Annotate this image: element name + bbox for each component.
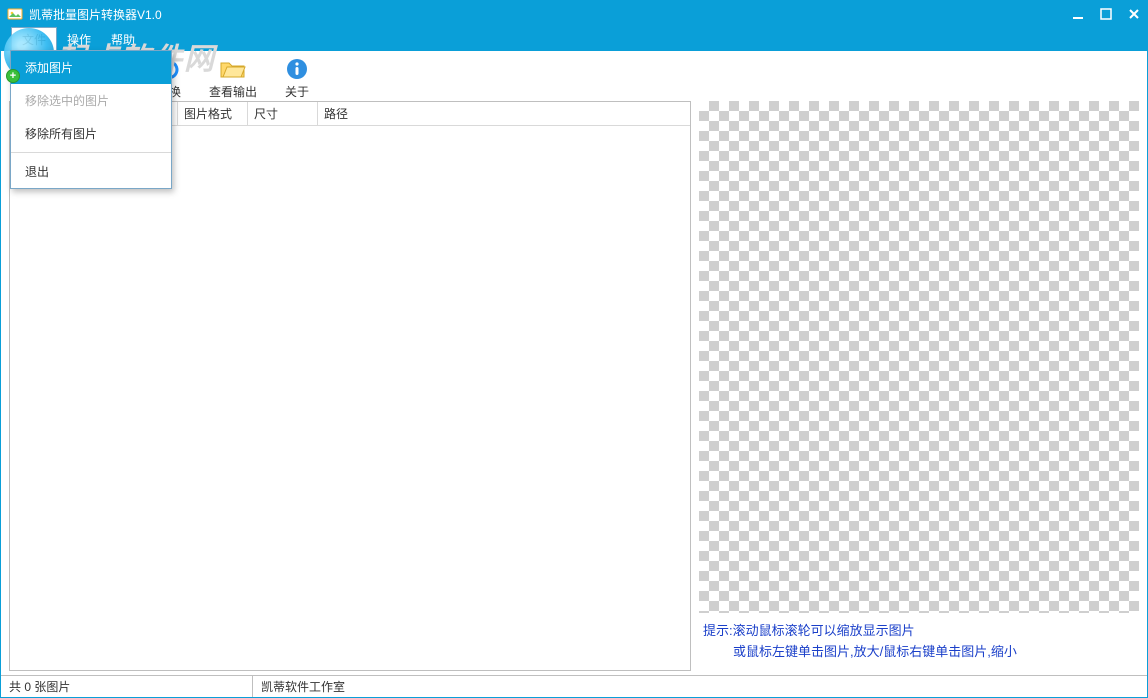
app-icon bbox=[7, 6, 23, 22]
status-studio: 凯蒂软件工作室 bbox=[253, 676, 513, 697]
folder-icon bbox=[203, 55, 263, 83]
menu-remove-selected: 移除选中的图片 bbox=[11, 84, 171, 117]
col-size[interactable]: 尺寸 bbox=[248, 102, 318, 125]
file-menu-dropdown: + 添加图片 移除选中的图片 移除所有图片 退出 bbox=[10, 50, 172, 189]
col-format[interactable]: 图片格式 bbox=[178, 102, 248, 125]
preview-panel: 提示:滚动鼠标滚轮可以缩放显示图片 或鼠标左键单击图片,放大/鼠标右键单击图片,… bbox=[699, 101, 1139, 671]
menu-operate[interactable]: 操作 bbox=[57, 28, 101, 51]
hint-line1: 提示:滚动鼠标滚轮可以缩放显示图片 bbox=[703, 621, 1135, 642]
table-body[interactable] bbox=[10, 126, 690, 670]
toolbar-about[interactable]: 关于 bbox=[267, 55, 327, 101]
hint-text: 提示:滚动鼠标滚轮可以缩放显示图片 或鼠标左键单击图片,放大/鼠标右键单击图片,… bbox=[699, 613, 1139, 671]
plus-badge-icon: + bbox=[6, 69, 20, 83]
status-count: 共 0 张图片 bbox=[1, 676, 253, 697]
menubar: 文件 操作 帮助 bbox=[1, 27, 1147, 51]
toolbar: 添加图片 移除选中 转换 查看输出 关于 bbox=[1, 51, 1147, 101]
menu-remove-all[interactable]: 移除所有图片 bbox=[11, 117, 171, 150]
info-icon bbox=[267, 55, 327, 83]
statusbar: 共 0 张图片 凯蒂软件工作室 bbox=[1, 675, 1147, 697]
menu-exit[interactable]: 退出 bbox=[11, 155, 171, 188]
menu-add-image[interactable]: 添加图片 bbox=[11, 51, 171, 84]
window-controls bbox=[1071, 7, 1141, 21]
minimize-button[interactable] bbox=[1071, 7, 1085, 21]
preview-canvas[interactable] bbox=[699, 101, 1139, 613]
col-path[interactable]: 路径 bbox=[318, 102, 690, 125]
menu-help[interactable]: 帮助 bbox=[101, 28, 145, 51]
menu-separator bbox=[11, 152, 171, 153]
menu-file[interactable]: 文件 bbox=[11, 27, 57, 51]
maximize-button[interactable] bbox=[1099, 7, 1113, 21]
hint-line2: 或鼠标左键单击图片,放大/鼠标右键单击图片,缩小 bbox=[703, 642, 1135, 663]
close-button[interactable] bbox=[1127, 7, 1141, 21]
app-title: 凯蒂批量图片转换器V1.0 bbox=[29, 6, 1071, 23]
app-window: 凯蒂批量图片转换器V1.0 文件 操作 帮助 起点软件网 www.pc0359.… bbox=[0, 0, 1148, 698]
titlebar[interactable]: 凯蒂批量图片转换器V1.0 bbox=[1, 1, 1147, 27]
toolbar-view-output[interactable]: 查看输出 bbox=[203, 55, 263, 101]
body-area: 文件名▲ 图片格式 尺寸 路径 提示:滚动鼠标滚轮可以缩放显示图片 或鼠标左键单… bbox=[1, 101, 1147, 675]
